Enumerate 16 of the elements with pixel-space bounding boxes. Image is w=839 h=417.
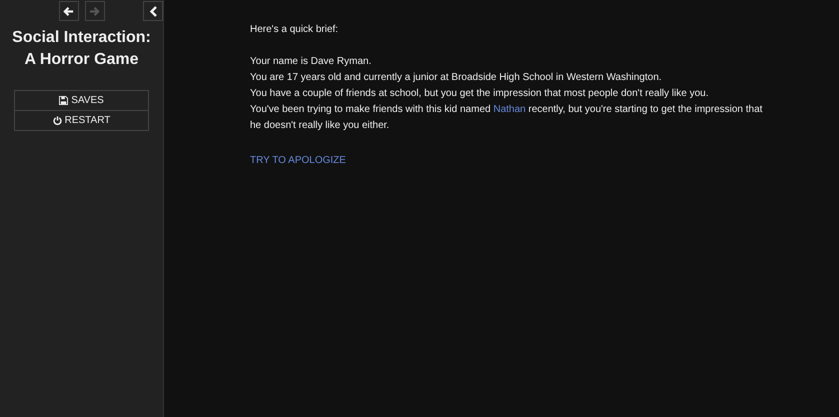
intro-text: Here's a quick brief: — [250, 23, 340, 37]
arrow-left-icon — [63, 6, 74, 16]
brief-line: You've been trying to make friends with this kid named Nathan recently, but you're starting to get the impression that he doesn't really like you either. — [250, 103, 764, 133]
collapse-sidebar-button[interactable] — [143, 1, 163, 21]
brief-line: You are 17 years old and currently a junior at Broadside High School in Western Washington. — [250, 71, 663, 85]
chevron-left-icon — [148, 6, 158, 16]
power-icon — [52, 116, 62, 125]
restart-button[interactable]: RESTART — [14, 110, 149, 131]
story-title: Social Interaction: A Horror Game — [11, 28, 152, 70]
choice-link[interactable]: TRY TO APOLOGIZE — [250, 153, 346, 169]
nathan-link[interactable]: Nathan — [493, 104, 526, 115]
brief-line: You have a couple of friends at school, but you get the impression that most people don't really like you. — [250, 87, 710, 101]
back-button[interactable] — [58, 1, 78, 21]
arrow-right-icon — [89, 6, 100, 16]
brief-line: Your name is Dave Ryman. — [250, 55, 372, 69]
saves-button[interactable]: SAVES — [14, 90, 149, 111]
